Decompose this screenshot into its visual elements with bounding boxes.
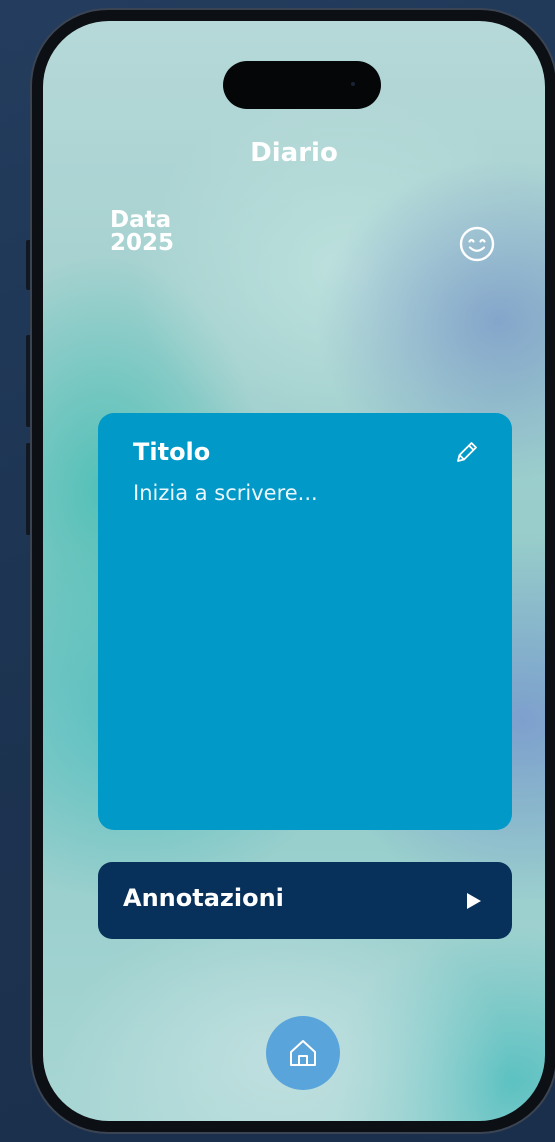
- annotations-label: Annotazioni: [123, 884, 284, 912]
- date-label-line1: Data: [110, 207, 172, 233]
- home-icon: [290, 1040, 316, 1066]
- page-title: Diario: [250, 138, 338, 168]
- date-year: 2025: [110, 230, 175, 256]
- dynamic-island: [223, 61, 381, 109]
- home-button[interactable]: [266, 1016, 340, 1090]
- smiley-icon: [459, 226, 495, 262]
- app-screen: Diario Data 2025 Titolo Inizia a scriver…: [43, 21, 545, 1121]
- date-label: Data 2025: [110, 209, 174, 255]
- camera-dot: [351, 82, 355, 86]
- pencil-icon: [457, 442, 477, 462]
- note-body-placeholder[interactable]: Inizia a scrivere...: [133, 481, 318, 505]
- play-arrow-icon: [467, 893, 481, 909]
- edit-button[interactable]: [453, 438, 481, 466]
- mood-button[interactable]: [457, 224, 497, 264]
- phone-frame: Diario Data 2025 Titolo Inizia a scriver…: [30, 8, 555, 1134]
- annotations-button[interactable]: Annotazioni: [98, 862, 512, 939]
- note-card[interactable]: Titolo Inizia a scrivere...: [98, 413, 512, 830]
- note-title[interactable]: Titolo: [133, 438, 210, 466]
